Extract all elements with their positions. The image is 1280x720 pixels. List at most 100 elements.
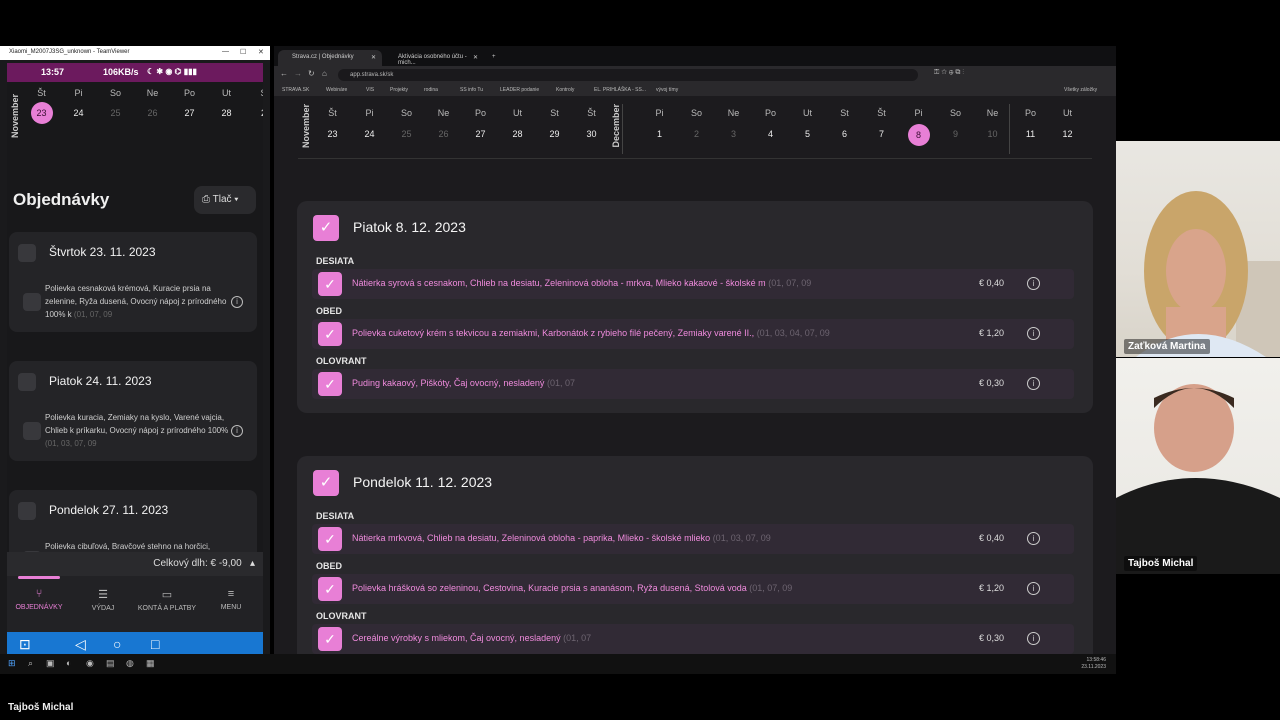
bookmark-item[interactable]: EL. PRIHLÁŠKA - SS... xyxy=(594,87,646,93)
calendar-day[interactable]: Pi 1 xyxy=(641,108,678,139)
calendar-day[interactable]: Po 4 xyxy=(752,108,789,139)
bookmark-item[interactable]: Kontroly xyxy=(556,87,574,93)
calendar-day[interactable]: Po 27 xyxy=(462,108,499,139)
order-checkbox[interactable] xyxy=(18,244,36,262)
app-icon[interactable]: ◐ xyxy=(66,658,71,668)
calendar-day[interactable]: Pi 8 xyxy=(900,108,937,146)
phone-calendar-day[interactable]: So 25 xyxy=(97,88,134,118)
recents-icon[interactable]: □ xyxy=(151,636,159,652)
bookmark-item[interactable]: Projekty xyxy=(390,87,408,93)
info-icon[interactable]: i xyxy=(1027,532,1040,545)
meal-row[interactable]: ✓ Polievka hrášková so zeleninou, Cestovi… xyxy=(312,574,1074,604)
calendar-day[interactable]: So 9 xyxy=(937,108,974,139)
meal-row[interactable]: ✓ Puding kakaový, Piškóty, Čaj ovocný, ne… xyxy=(312,369,1074,399)
meal-checkbox[interactable]: ✓ xyxy=(318,627,342,651)
nav-item-wallet[interactable]: ▭ KONTÁ A PLATBY xyxy=(135,588,199,612)
order-checkbox[interactable] xyxy=(18,373,36,391)
home-icon[interactable]: ⌂ xyxy=(322,69,327,78)
reload-icon[interactable]: ↻ xyxy=(308,69,315,78)
app-icon[interactable]: ◉ xyxy=(86,658,94,669)
bookmark-item[interactable]: Webináre xyxy=(326,87,347,93)
forward-arrow-icon[interactable]: → xyxy=(294,69,302,78)
order-card[interactable]: Štvrtok 23. 11. 2023 Polievka cesnaková k… xyxy=(9,232,257,332)
info-icon[interactable]: i xyxy=(1027,327,1040,340)
calendar-day[interactable]: Ut 5 xyxy=(789,108,826,139)
meal-checkbox[interactable]: ✓ xyxy=(318,322,342,346)
info-icon[interactable]: i xyxy=(1027,582,1040,595)
meal-row[interactable]: ✓ Nátierka syrová s cesnakom, Chlieb na d… xyxy=(312,269,1074,299)
calendar-day[interactable]: Pi 24 xyxy=(351,108,388,139)
day-checkbox[interactable]: ✓ xyxy=(313,470,339,496)
info-icon[interactable]: i xyxy=(231,425,243,437)
info-icon[interactable]: i xyxy=(231,296,243,308)
bookmark-item[interactable]: STRAVA.SK xyxy=(282,87,309,93)
order-card[interactable]: Piatok 24. 11. 2023 Polievka kuracia, Zem… xyxy=(9,361,257,461)
taskbar-clock[interactable]: 13:58:46 23.11.2023 xyxy=(1081,657,1106,671)
day-checkbox[interactable]: ✓ xyxy=(313,215,339,241)
app-icon[interactable]: ▦ xyxy=(146,658,155,669)
calendar-day[interactable]: Ne 3 xyxy=(715,108,752,139)
tab-aktivacia[interactable]: Aktivácia osobného účtu - mich... ✕ xyxy=(384,50,484,66)
order-checkbox[interactable] xyxy=(18,502,36,520)
chevron-up-icon[interactable]: ▴ xyxy=(244,558,255,569)
address-bar[interactable]: app.strava.sk/sk xyxy=(338,69,918,81)
back-arrow-icon[interactable]: ← xyxy=(280,69,288,78)
calendar-day[interactable]: Ne 26 xyxy=(425,108,462,139)
close-icon[interactable]: ✕ xyxy=(258,48,264,56)
nav-item-menu[interactable]: ≡ MENU xyxy=(199,588,263,611)
bookmark-item[interactable]: vývoj tímy xyxy=(656,87,678,93)
calendar-day[interactable]: Št 7 xyxy=(863,108,900,139)
search-icon[interactable]: ⌕ xyxy=(28,658,33,669)
phone-calendar-day[interactable]: S2 xyxy=(245,88,263,118)
tab-objednavky[interactable]: Strava.cz | Objednávky ✕ xyxy=(278,50,382,66)
meal-row[interactable]: ✓ Nátierka mrkvová, Chlieb na desiatu, Ze… xyxy=(312,524,1074,554)
print-button[interactable]: ⎙ Tlač ▾ xyxy=(194,186,256,214)
nav-item-list[interactable]: ☰ VÝDAJ xyxy=(71,588,135,612)
info-icon[interactable]: i xyxy=(1027,277,1040,290)
calendar-day[interactable]: St 29 xyxy=(536,108,573,139)
phone-calendar-day[interactable]: Št 23 xyxy=(23,88,60,124)
nav-item-cutlery[interactable]: ⑂ OBJEDNÁVKY xyxy=(7,588,71,611)
phone-calendar-day[interactable]: Ut 28 xyxy=(208,88,245,118)
minimize-icon[interactable]: — xyxy=(222,48,229,55)
meal-row[interactable]: ✓ Cereálne výrobky s mliekom, Čaj ovocný,… xyxy=(312,624,1074,654)
close-tab-icon[interactable]: ✕ xyxy=(473,54,478,61)
calendar-day[interactable]: Ut 28 xyxy=(499,108,536,139)
close-tab-icon[interactable]: ✕ xyxy=(371,54,376,61)
info-icon[interactable]: i xyxy=(1027,377,1040,390)
meal-row[interactable]: ✓ Polievka cuketový krém s tekvicou a zem… xyxy=(312,319,1074,349)
taskview-icon[interactable]: ▣ xyxy=(46,658,55,669)
calendar-day[interactable]: Ne 10 xyxy=(974,108,1011,139)
bookmark-item[interactable]: LEADER podanie xyxy=(500,87,539,93)
phone-calendar-day[interactable]: Ne 26 xyxy=(134,88,171,118)
calendar-day[interactable]: Ut 12 xyxy=(1049,108,1086,139)
meal-checkbox[interactable]: ✓ xyxy=(318,372,342,396)
bookmark-item[interactable]: SS info Tu xyxy=(460,87,483,93)
meal-checkbox[interactable]: ✓ xyxy=(318,527,342,551)
bookmark-item[interactable]: rodina xyxy=(424,87,438,93)
maximize-icon[interactable]: ☐ xyxy=(240,48,246,56)
back-icon[interactable]: ◁ xyxy=(75,636,86,653)
meal-checkbox[interactable] xyxy=(23,293,41,311)
chrome-icon[interactable]: ◍ xyxy=(126,658,134,669)
app-icon[interactable]: ▤ xyxy=(106,658,115,669)
windows-start-icon[interactable]: ⊞ xyxy=(8,658,16,669)
calendar-day[interactable]: St 6 xyxy=(826,108,863,139)
calendar-day[interactable]: Št 23 xyxy=(314,108,351,139)
meal-checkbox[interactable] xyxy=(23,422,41,440)
phone-calendar-day[interactable]: Po 27 xyxy=(171,88,208,118)
calendar-day[interactable]: So 2 xyxy=(678,108,715,139)
bookmark-item[interactable]: VIS xyxy=(366,87,374,93)
home-icon[interactable]: ○ xyxy=(113,636,121,652)
extension-icons[interactable]: ⚿ ☆ ⊕ ⧉ ⋮ xyxy=(934,69,964,77)
meal-checkbox[interactable]: ✓ xyxy=(318,577,342,601)
bookmark-item[interactable]: Všetky záložky xyxy=(1064,87,1097,93)
calendar-day[interactable]: Št 30 xyxy=(573,108,610,139)
new-tab-button[interactable]: + xyxy=(486,50,504,66)
teamviewer-icon[interactable]: ⊡ xyxy=(19,636,31,653)
info-icon[interactable]: i xyxy=(1027,632,1040,645)
calendar-day[interactable]: Po 11 xyxy=(1012,108,1049,139)
phone-calendar-day[interactable]: Pi 24 xyxy=(60,88,97,118)
calendar-day[interactable]: So 25 xyxy=(388,108,425,139)
meal-checkbox[interactable]: ✓ xyxy=(318,272,342,296)
